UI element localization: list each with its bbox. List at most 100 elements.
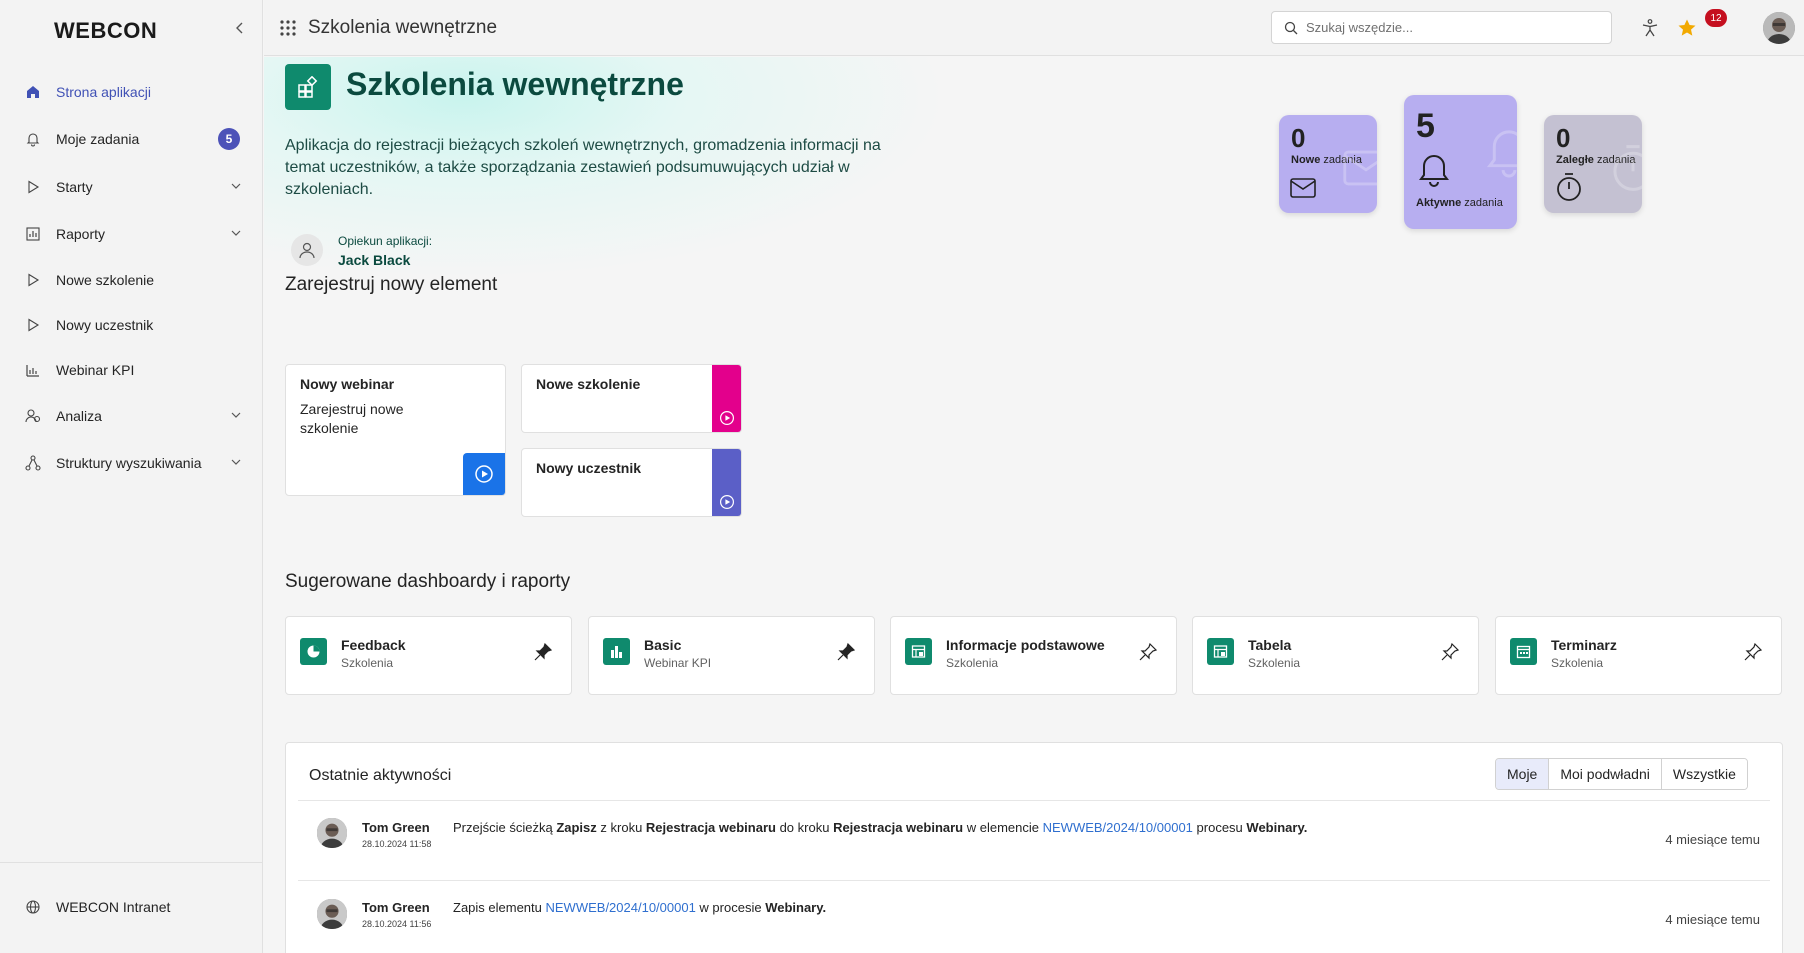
apps-tile-icon (298, 76, 318, 98)
sidebar-item-label: Strona aplikacji (56, 84, 151, 100)
start-participant-button[interactable] (712, 449, 741, 516)
calendar-icon (1510, 638, 1537, 665)
element-link[interactable]: NEWWEB/2024/10/00001 (546, 900, 696, 915)
dashboard-card-tabela[interactable]: Tabela Szkolenia (1192, 616, 1479, 695)
register-section-title: Zarejestruj nowy element (285, 274, 498, 295)
dashboard-card-informacje-podstawowe[interactable]: Informacje podstawowe Szkolenia (890, 616, 1177, 695)
activity-description: Przejście ścieżką Zapisz z kroku Rejestr… (453, 820, 1308, 835)
webcon-logo: WEBCON (54, 18, 158, 43)
dashboard-subtitle: Szkolenia (946, 656, 999, 670)
owner-name-link[interactable]: Jack Black (338, 252, 410, 268)
envelope-icon (1290, 178, 1316, 198)
sidebar-item-moje-zadania[interactable]: Moje zadania 5 (12, 119, 252, 159)
activity-user-name[interactable]: Tom Green (362, 820, 430, 835)
activity-time-ago: 4 miesiące temu (1665, 832, 1760, 847)
filter-moi-podwladni[interactable]: Moi podwładni (1549, 759, 1662, 789)
active-tasks-label: Aktywne zadania (1416, 197, 1503, 209)
sidebar-item-nowe-szkolenie[interactable]: Nowe szkolenie (12, 260, 252, 300)
filter-moje[interactable]: Moje (1496, 759, 1550, 789)
start-webinar-button[interactable] (463, 453, 505, 495)
register-card-nowy-webinar[interactable]: Nowy webinar Zarejestruj nowe szkolenie (285, 364, 506, 496)
activity-user-avatar (317, 818, 347, 848)
filter-wszystkie[interactable]: Wszystkie (1661, 759, 1747, 789)
search-icon (1284, 21, 1298, 35)
dashboard-name: Terminarz (1551, 637, 1617, 653)
page-title: Szkolenia wewnętrzne (346, 66, 684, 102)
dashboard-name: Basic (644, 637, 682, 653)
app-description: Aplikacja do rejestracji bieżących szkol… (285, 137, 881, 198)
user-avatar[interactable] (1763, 12, 1795, 44)
chevron-down-icon[interactable] (230, 456, 242, 468)
dashboard-subtitle: Webinar KPI (644, 656, 712, 670)
home-icon (24, 83, 42, 101)
sidebar-item-label: Starty (56, 179, 93, 195)
bar-chart-icon (603, 638, 630, 665)
sidebar-item-raporty[interactable]: Raporty (12, 214, 252, 254)
pin-icon[interactable] (1440, 642, 1460, 662)
overdue-tasks-count: 0 (1556, 123, 1571, 153)
register-card-title: Nowe szkolenie (536, 376, 641, 392)
collapse-sidebar-icon[interactable] (232, 20, 248, 36)
bell-icon (24, 130, 42, 148)
activity-time-ago: 4 miesiące temu (1665, 912, 1760, 927)
sidebar-item-starty[interactable]: Starty (12, 167, 252, 207)
pinned-icon[interactable] (533, 642, 553, 662)
register-card-nowy-uczestnik[interactable]: Nowy uczestnik (521, 448, 742, 517)
dashboard-name: Tabela (1248, 637, 1292, 653)
play-circle-icon (719, 495, 734, 509)
sidebar-item-label: WEBCON Intranet (56, 899, 171, 915)
start-training-button[interactable] (712, 365, 741, 432)
activity-date: 28.10.2024 11:56 (362, 919, 432, 929)
sidebar-item-analiza[interactable]: Analiza (12, 396, 252, 436)
dashboard-card-feedback[interactable]: Feedback Szkolenia (285, 616, 572, 695)
sidebar-item-struktury-wyszukiwania[interactable]: Struktury wyszukiwania (12, 443, 252, 483)
play-circle-icon (719, 411, 734, 425)
register-card-nowe-szkolenie[interactable]: Nowe szkolenie (521, 364, 742, 433)
sidebar-item-webinar-kpi[interactable]: Webinar KPI (12, 350, 252, 390)
bell-icon (1486, 130, 1517, 178)
sidebar-item-nowy-uczestnik[interactable]: Nowy uczestnik (12, 305, 252, 345)
dashboard-card-basic[interactable]: Basic Webinar KPI (588, 616, 875, 695)
chevron-down-icon[interactable] (230, 180, 242, 192)
new-tasks-count: 0 (1291, 123, 1306, 153)
pin-icon[interactable] (1138, 642, 1158, 662)
dashboard-card-terminarz[interactable]: Terminarz Szkolenia (1495, 616, 1782, 695)
owner-avatar (291, 234, 323, 266)
analysis-icon (24, 407, 42, 425)
main-content: Szkolenia wewnętrzne Aplikacja do rejest… (264, 57, 1804, 953)
sidebar-item-label: Struktury wyszukiwania (56, 455, 202, 471)
overdue-tasks-card[interactable]: 0 Zaległe zadania (1544, 115, 1642, 213)
pie-chart-icon (300, 638, 327, 665)
activity-description: Zapis elementu NEWWEB/2024/10/00001 w pr… (453, 900, 827, 915)
activity-user-name[interactable]: Tom Green (362, 900, 430, 915)
stopwatch-icon (1557, 173, 1581, 201)
play-icon (24, 178, 42, 196)
sidebar-item-webcon-intranet[interactable]: WEBCON Intranet (12, 887, 252, 927)
report-table-icon (905, 638, 932, 665)
stopwatch-icon (1613, 145, 1642, 191)
accessibility-icon[interactable] (1638, 16, 1662, 40)
dashboard-icon (24, 361, 42, 379)
play-circle-icon (475, 465, 493, 483)
dashboard-name: Informacje podstawowe (946, 637, 1105, 653)
search-input[interactable] (1306, 20, 1596, 35)
app-launcher-icon[interactable] (279, 19, 297, 37)
sidebar-item-strona-aplikacji[interactable]: Strona aplikacji (12, 72, 252, 112)
person-icon (299, 242, 315, 259)
dashboard-subtitle: Szkolenia (1551, 656, 1604, 670)
activity-row: Tom Green 28.10.2024 11:58 Przejście ści… (286, 801, 1784, 881)
dashboards-section-title: Sugerowane dashboardy i raporty (285, 571, 571, 592)
chevron-down-icon[interactable] (230, 409, 242, 421)
play-icon (24, 271, 42, 289)
pinned-icon[interactable] (836, 642, 856, 662)
sidebar-item-label: Moje zadania (56, 131, 140, 147)
global-search[interactable] (1271, 11, 1612, 44)
register-card-description: Zarejestruj nowe szkolenie (300, 401, 404, 436)
envelope-icon (1343, 150, 1377, 186)
element-link[interactable]: NEWWEB/2024/10/00001 (1043, 820, 1193, 835)
new-tasks-card[interactable]: 0 Nowe zadania (1279, 115, 1377, 213)
active-tasks-card[interactable]: 5 Aktywne zadania (1404, 95, 1517, 229)
pin-icon[interactable] (1743, 642, 1763, 662)
register-card-title: Nowy webinar (300, 376, 395, 392)
chevron-down-icon[interactable] (230, 227, 242, 239)
